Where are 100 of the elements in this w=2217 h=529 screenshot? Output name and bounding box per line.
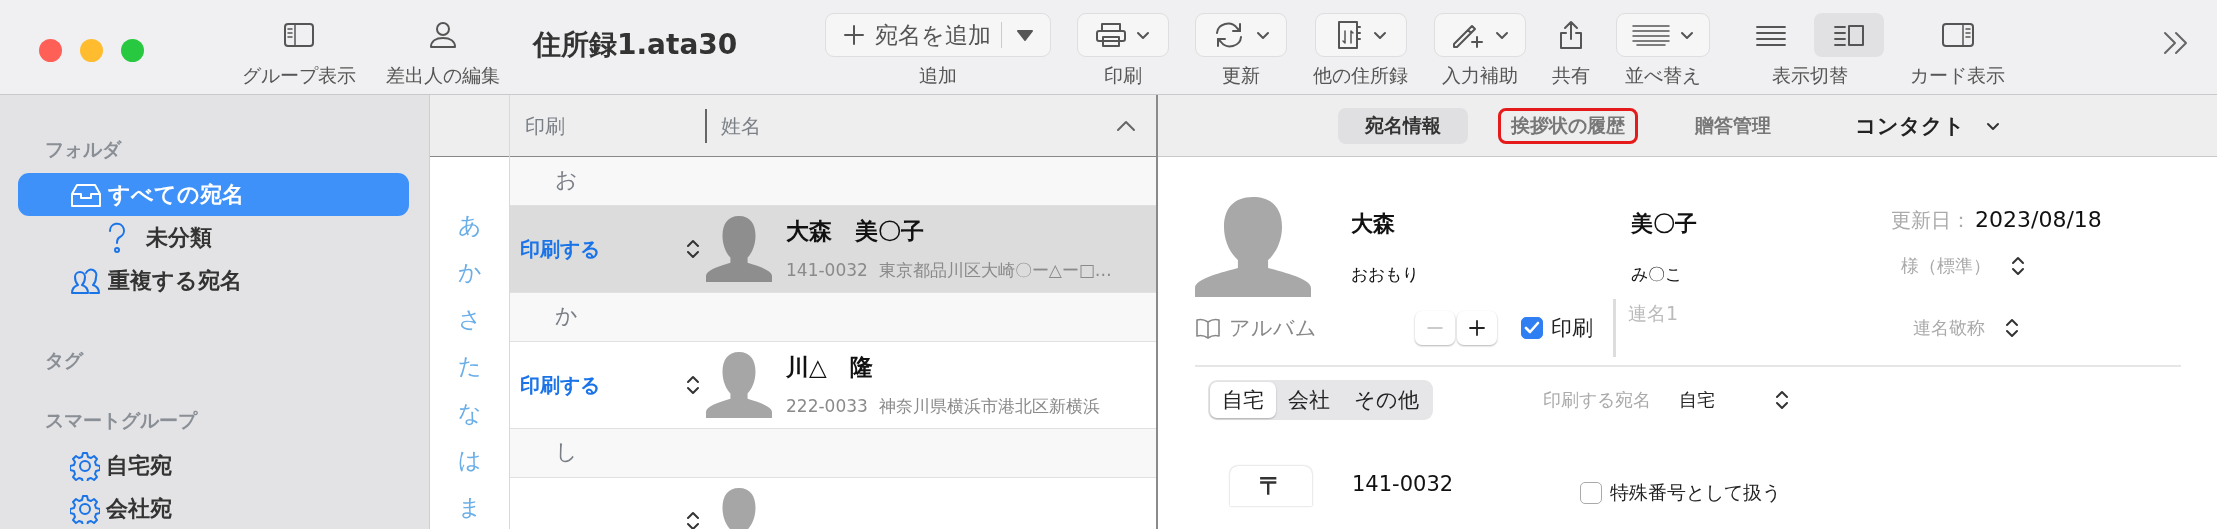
lines-icon — [1631, 23, 1672, 47]
sidebar-item[interactable]: すべての宛名 — [18, 173, 409, 216]
contact-row[interactable]: 印刷する 大森 美〇子 141-0032 東京都品川区大崎〇ー△ー□… — [510, 205, 1156, 293]
plus-icon — [1468, 319, 1486, 337]
printer-icon — [1095, 21, 1128, 49]
up-down-chevron-icon — [686, 374, 700, 396]
tab[interactable]: 贈答管理 — [1668, 107, 1798, 144]
toolbar-menu-button[interactable] — [1077, 13, 1170, 57]
honorific-popup[interactable]: 様（標準） — [1891, 254, 2102, 278]
plus-icon — [842, 24, 865, 46]
contact-name: 川△ 隆 — [786, 353, 874, 382]
last-name: 大森 — [1351, 210, 1396, 238]
joint-honorific-popup[interactable]: 連名敬称 — [1903, 316, 2019, 340]
sidebar-item[interactable]: 会社宛 — [18, 487, 409, 529]
tab[interactable]: 挨拶状の履歴 — [1498, 107, 1638, 144]
section-heading: フォルダ — [44, 137, 123, 162]
toolbar-label: 追加 — [919, 63, 958, 88]
window-title: 住所録1.ata30 — [533, 27, 738, 63]
share-icon — [1558, 19, 1585, 51]
gear-icon — [70, 450, 100, 481]
first-name: 美〇子 — [1631, 210, 1698, 238]
tab[interactable]: コンタクト — [1828, 107, 2028, 144]
toolbar-button[interactable]: 差出人の編集 — [386, 13, 500, 89]
segment[interactable]: 会社 — [1276, 382, 1342, 418]
up-down-chevron-icon — [686, 510, 700, 529]
sort-ascending-icon — [1116, 119, 1136, 132]
segment[interactable]: 自宅 — [1210, 382, 1276, 418]
section-letter: お — [510, 157, 1156, 205]
tab[interactable]: 宛名情報 — [1338, 107, 1468, 144]
toolbar-menu-button[interactable] — [1616, 13, 1711, 57]
sidebar-item[interactable]: 重複する宛名 — [18, 259, 409, 302]
postal-lookup-button[interactable]: 〒 — [1230, 466, 1312, 506]
checkbox[interactable] — [1521, 317, 1543, 339]
toolbar-menu-button[interactable] — [1314, 13, 1407, 57]
person-silhouette-icon — [706, 216, 772, 282]
person-silhouette-icon — [1195, 197, 1311, 297]
index-letter[interactable]: な — [457, 398, 482, 445]
card-view-icon — [1940, 21, 1975, 49]
field-label: 印刷する宛名 — [1543, 388, 1651, 412]
sidebar-icon — [283, 21, 315, 49]
index-letter[interactable]: ま — [457, 492, 482, 529]
index-letter[interactable]: あ — [457, 210, 482, 257]
toolbar-label: 表示切替 — [1772, 63, 1849, 88]
contact-address: 222-0033 神奈川県横浜市港北区新横浜 — [786, 395, 1100, 418]
updated-label: 更新日： — [1891, 207, 1971, 234]
up-down-chevron-icon — [1775, 389, 1789, 411]
section-heading: タグ — [44, 348, 85, 373]
postal-code: 141-0032 — [1352, 472, 1454, 496]
index-letter[interactable]: さ — [457, 304, 482, 351]
book-icon — [1195, 317, 1221, 339]
print-address-popup[interactable]: 自宅 — [1669, 388, 1789, 412]
checkbox-label: 印刷 — [1551, 315, 1593, 342]
contact-name: 大森 美〇子 — [786, 217, 925, 246]
up-down-chevron-icon — [2005, 317, 2019, 339]
person-icon — [427, 19, 459, 51]
print-setting[interactable]: 印刷する — [520, 371, 600, 399]
toolbar-label: 他の住所録 — [1313, 63, 1409, 88]
up-down-chevron-icon — [2011, 255, 2025, 277]
first-name-reading: み〇こ — [1631, 263, 1683, 286]
updated-date: 2023/08/18 — [1975, 207, 2102, 232]
sidebar-item[interactable]: 未分類 — [18, 216, 409, 259]
joint-name-field[interactable]: 連名1 — [1613, 299, 1893, 357]
column-header[interactable]: 姓名 — [705, 108, 761, 143]
list-icon — [1755, 23, 1788, 47]
toolbar-label: カード表示 — [1910, 63, 2006, 88]
toolbar-label: 印刷 — [1104, 63, 1143, 88]
view-toggle-button[interactable] — [1814, 13, 1885, 57]
album-button[interactable]: アルバム — [1195, 314, 1415, 342]
checkbox-label: 特殊番号として扱う — [1610, 480, 1782, 505]
minus-icon — [1426, 326, 1444, 330]
toolbar-label: 更新 — [1222, 63, 1261, 88]
index-letter[interactable]: か — [457, 257, 482, 304]
close-window-button[interactable] — [39, 39, 62, 62]
inbox-tray-icon — [70, 181, 102, 208]
toolbar-label: 共有 — [1552, 63, 1591, 88]
sidebar-item[interactable]: 自宅宛 — [18, 444, 409, 487]
plus-button[interactable] — [1457, 311, 1497, 345]
gear-icon — [70, 493, 100, 524]
triangle-down-icon — [1015, 29, 1034, 41]
last-name-reading: おおもり — [1351, 263, 1420, 286]
toolbar-menu-button[interactable] — [1195, 13, 1288, 57]
toolbar-label: 並べ替え — [1625, 63, 1702, 88]
index-letter[interactable]: た — [457, 351, 482, 398]
toolbar-label: 入力補助 — [1442, 63, 1519, 88]
section-heading: スマートグループ — [44, 408, 199, 433]
index-letter[interactable]: は — [457, 445, 482, 492]
toolbar-menu-button[interactable] — [1434, 13, 1527, 57]
checkbox[interactable] — [1580, 482, 1603, 504]
contact-address: 141-0032 東京都品川区大崎〇ー△ー□… — [786, 259, 1112, 282]
list-card-icon — [1833, 23, 1866, 47]
person-silhouette-icon — [706, 352, 772, 418]
print-setting[interactable]: 印刷する — [520, 235, 600, 263]
toolbar-button[interactable]: グループ表示 — [242, 13, 356, 89]
two-people-icon — [70, 266, 102, 295]
contact-row[interactable]: 印刷する 川△ 隆 222-0033 神奈川県横浜市港北区新横浜 — [510, 341, 1156, 429]
column-header[interactable]: 印刷 — [510, 108, 705, 143]
question-mark-icon — [106, 220, 128, 255]
segment[interactable]: その他 — [1342, 382, 1431, 418]
section-letter: し — [510, 429, 1156, 477]
section-letter: か — [510, 293, 1156, 341]
